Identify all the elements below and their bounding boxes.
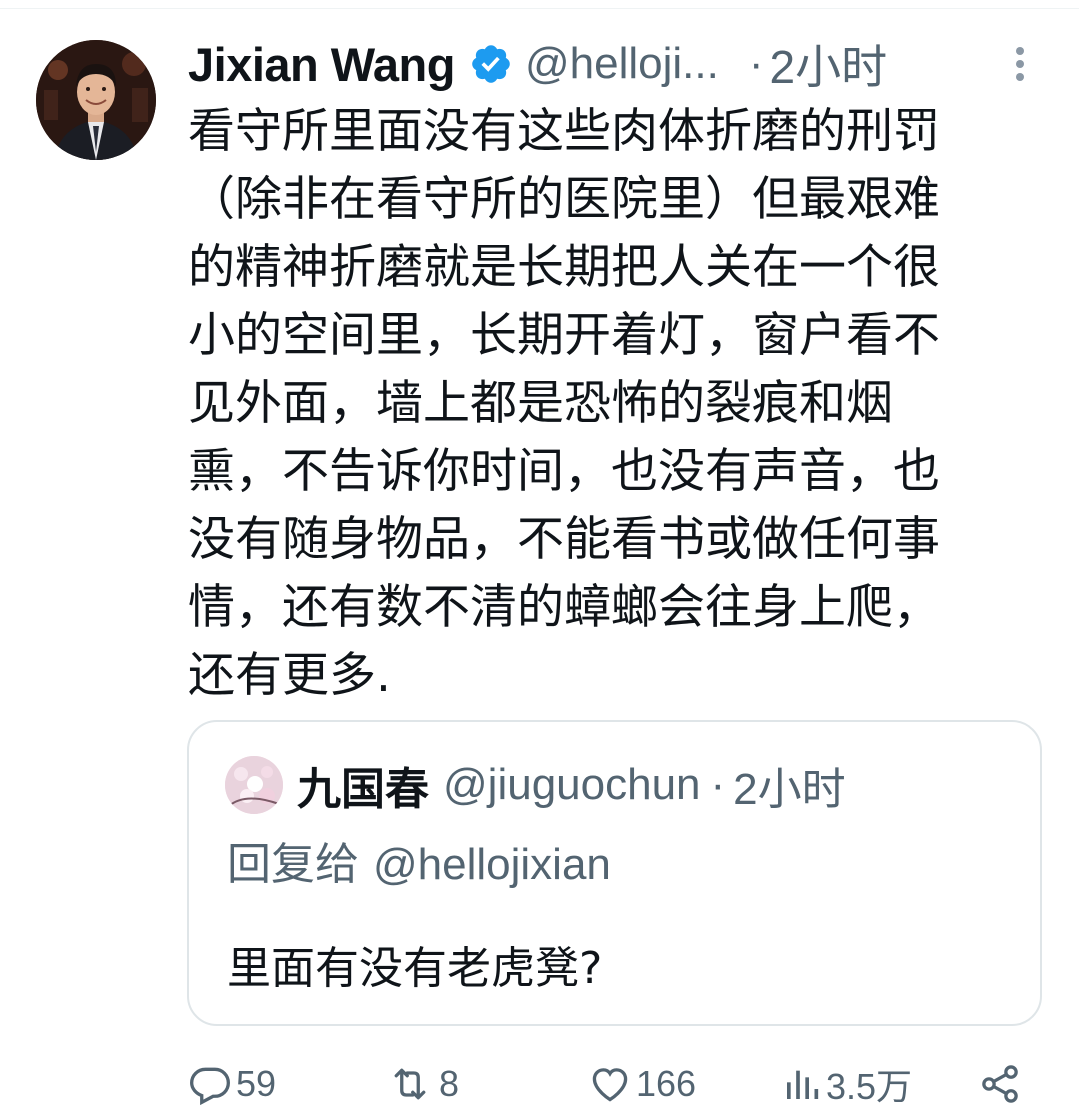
like-count: 166 (636, 1063, 697, 1104)
analytics-icon (787, 1070, 819, 1099)
more-options-icon[interactable] (1008, 44, 1032, 84)
reply-to-mention[interactable]: @hellojixian (373, 840, 611, 889)
share-icon (982, 1065, 1018, 1103)
quote-author-avatar[interactable] (225, 756, 283, 814)
quote-avatar-image (225, 756, 283, 814)
author-name[interactable]: Jixian Wang (188, 37, 455, 92)
retweet-icon (394, 1068, 426, 1100)
like-button[interactable]: 166 (588, 1054, 696, 1114)
action-bar: 59 8 166 3.5万 (0, 1054, 1079, 1114)
quote-author-handle[interactable]: @jiuguochun (443, 760, 701, 810)
reply-count: 59 (236, 1063, 277, 1104)
quoted-tweet-card[interactable]: 九国春 @jiuguochun · 2小时 回复给 @hellojixian 里… (187, 720, 1042, 1026)
heart-icon (592, 1068, 628, 1102)
share-button[interactable] (978, 1054, 1022, 1114)
views-button[interactable]: 3.5万 (782, 1054, 912, 1114)
quote-text: 里面有没有老虎凳? (227, 943, 603, 994)
reply-to-label: 回复给 (227, 839, 359, 890)
author-avatar[interactable] (36, 40, 156, 160)
reply-button[interactable]: 59 (188, 1054, 276, 1114)
tweet-header: Jixian Wang @helloji... · 2小时 (188, 32, 887, 96)
author-avatar-image (36, 40, 156, 160)
retweet-count: 8 (439, 1063, 460, 1104)
reply-to-line: 回复给 @hellojixian (227, 828, 611, 892)
quote-author-name[interactable]: 九国春 (297, 753, 429, 817)
author-handle[interactable]: @helloji... (525, 39, 719, 89)
quote-time[interactable]: 2小时 (733, 753, 845, 817)
reply-icon (190, 1067, 230, 1106)
quote-header-separator: · (710, 760, 726, 809)
top-divider (0, 8, 1079, 9)
verified-badge-icon (469, 42, 513, 86)
header-separator: · (748, 39, 764, 88)
tweet-time[interactable]: 2小时 (770, 31, 888, 97)
quote-header: 九国春 @jiuguochun · 2小时 (297, 750, 846, 820)
retweet-button[interactable]: 8 (385, 1054, 459, 1114)
tweet-text: 看守所里面没有这些肉体折磨的刑罚 （除非在看守所的医院里）但最艰难 的精神折磨就… (188, 104, 940, 703)
views-count: 3.5万 (826, 1066, 913, 1107)
